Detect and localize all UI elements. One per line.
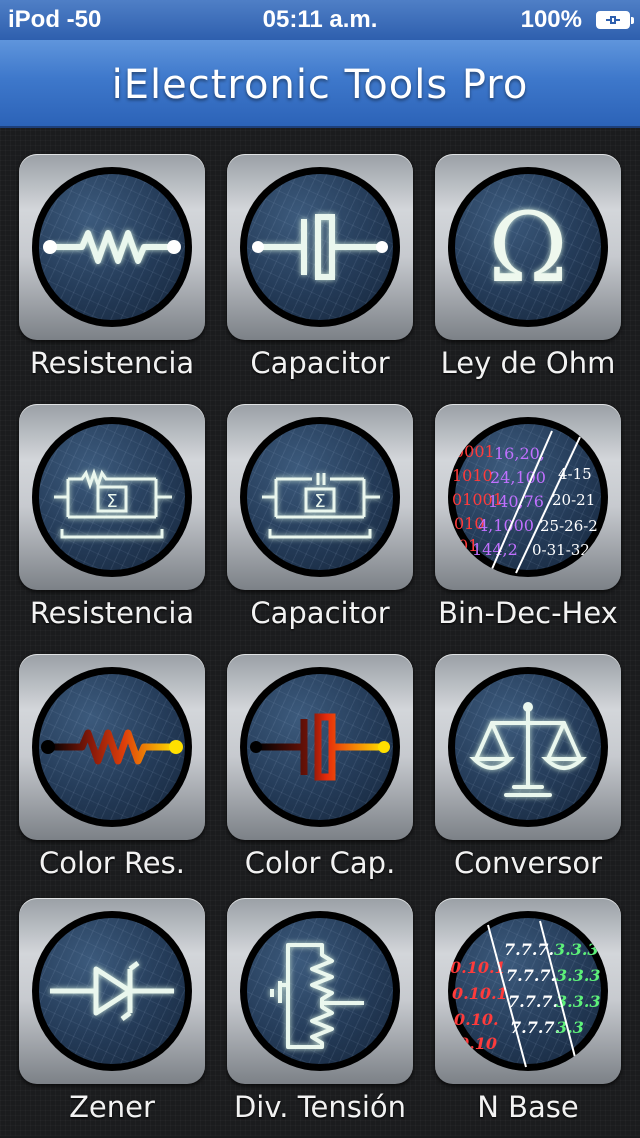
n-base-icon: 0.10.1 0.10.1 0.10. 0.10 7.7.7. 7.7.7. 7… <box>450 920 604 1068</box>
svg-text:3.3.3.: 3.3.3. <box>554 940 604 959</box>
tool-label: Ley de Ohm <box>440 346 616 380</box>
tool-button[interactable] <box>227 898 413 1084</box>
tool-label: Div. Tensión <box>233 1090 407 1124</box>
tool-label: Zener <box>69 1090 155 1124</box>
tool-resistencia[interactable]: Resistencia <box>17 154 207 394</box>
svg-text:0-31-32: 0-31-32 <box>532 541 590 559</box>
svg-text:0.10.1: 0.10.1 <box>452 984 508 1003</box>
svg-text:24,100: 24,100 <box>490 468 546 487</box>
status-bar: iPod -50 05:11 a.m. 100% <box>0 0 640 40</box>
svg-text:0.10.: 0.10. <box>454 1010 499 1029</box>
tool-ley-de-ohm[interactable]: Ω Ley de Ohm <box>433 154 623 394</box>
tool-label: N Base <box>477 1090 579 1124</box>
battery-percent: 100% <box>520 6 582 33</box>
number-base-icon: 0001 1010 01001 010 01 16,20, 24,100 140… <box>452 430 598 574</box>
tool-button[interactable] <box>19 154 205 340</box>
omega-icon: Ω <box>488 192 568 304</box>
voltage-divider-icon <box>270 943 364 1049</box>
tool-color-res[interactable]: Color Res. <box>17 654 207 894</box>
resistor-network-icon: Σ <box>54 468 172 539</box>
tool-resistencia-serie[interactable]: Σ Resistencia <box>17 404 207 644</box>
svg-text:4,1000: 4,1000 <box>478 516 534 535</box>
svg-text:0001: 0001 <box>454 442 495 461</box>
capacitor-network-icon: Σ <box>262 473 380 539</box>
tool-grid: Resistencia Capacitor Ω Ley de Ohm Σ Res… <box>0 128 640 1136</box>
color-capacitor-icon <box>250 713 390 781</box>
tool-button[interactable] <box>19 898 205 1084</box>
svg-text:25-26-2: 25-26-2 <box>540 517 598 535</box>
tool-button[interactable]: Σ <box>19 404 205 590</box>
svg-text:Σ: Σ <box>314 491 325 512</box>
svg-text:0.10: 0.10 <box>458 1034 497 1053</box>
tool-label: Color Cap. <box>244 846 396 880</box>
svg-text:140,76: 140,76 <box>488 492 544 511</box>
balance-scale-icon <box>469 702 587 797</box>
tool-button[interactable]: 0.10.1 0.10.1 0.10. 0.10 7.7.7. 7.7.7. 7… <box>435 898 621 1084</box>
tool-label: Resistencia <box>29 596 195 630</box>
svg-text:1010: 1010 <box>452 466 493 485</box>
tool-bin-dec-hex[interactable]: 0001 1010 01001 010 01 16,20, 24,100 140… <box>433 404 623 644</box>
tool-button[interactable] <box>19 654 205 840</box>
zener-diode-icon <box>50 961 174 1021</box>
page-title: iElectronic Tools Pro <box>111 62 529 108</box>
resistor-icon <box>43 230 181 264</box>
svg-text:7.7.7.: 7.7.7. <box>508 992 558 1011</box>
tool-capacitor-serie[interactable]: Σ Capacitor <box>225 404 415 644</box>
tool-zener[interactable]: Zener <box>17 898 207 1138</box>
tool-label: Conversor <box>453 846 603 880</box>
tool-button[interactable] <box>227 154 413 340</box>
svg-text:Ω: Ω <box>488 192 568 304</box>
tool-button[interactable] <box>227 654 413 840</box>
tool-button[interactable] <box>435 654 621 840</box>
battery-icon <box>596 11 634 29</box>
svg-text:144,2: 144,2 <box>472 540 518 559</box>
tool-div-tension[interactable]: Div. Tensión <box>225 898 415 1138</box>
nav-bar: iElectronic Tools Pro <box>0 40 640 128</box>
tool-capacitor[interactable]: Capacitor <box>225 154 415 394</box>
tool-label: Resistencia <box>29 346 195 380</box>
svg-text:3.3.3: 3.3.3 <box>556 966 601 985</box>
tool-label: Color Res. <box>39 846 185 880</box>
tool-button[interactable]: Σ <box>227 404 413 590</box>
tool-conversor[interactable]: Conversor <box>433 654 623 894</box>
tool-color-cap[interactable]: Color Cap. <box>225 654 415 894</box>
tool-label: Capacitor <box>250 346 390 380</box>
svg-text:Σ: Σ <box>106 491 117 512</box>
tool-button[interactable]: 0001 1010 01001 010 01 16,20, 24,100 140… <box>435 404 621 590</box>
tool-label: Capacitor <box>250 596 390 630</box>
svg-text:16,20,: 16,20, <box>494 444 545 463</box>
capacitor-icon <box>252 214 388 280</box>
tool-label: Bin-Dec-Hex <box>438 596 618 630</box>
svg-text:7.7.7.: 7.7.7. <box>506 966 556 985</box>
tool-button[interactable]: Ω <box>435 154 621 340</box>
tool-n-base[interactable]: 0.10.1 0.10.1 0.10. 0.10 7.7.7. 7.7.7. 7… <box>433 898 623 1138</box>
color-resistor-icon <box>41 729 183 765</box>
svg-text:20-21: 20-21 <box>552 491 595 509</box>
